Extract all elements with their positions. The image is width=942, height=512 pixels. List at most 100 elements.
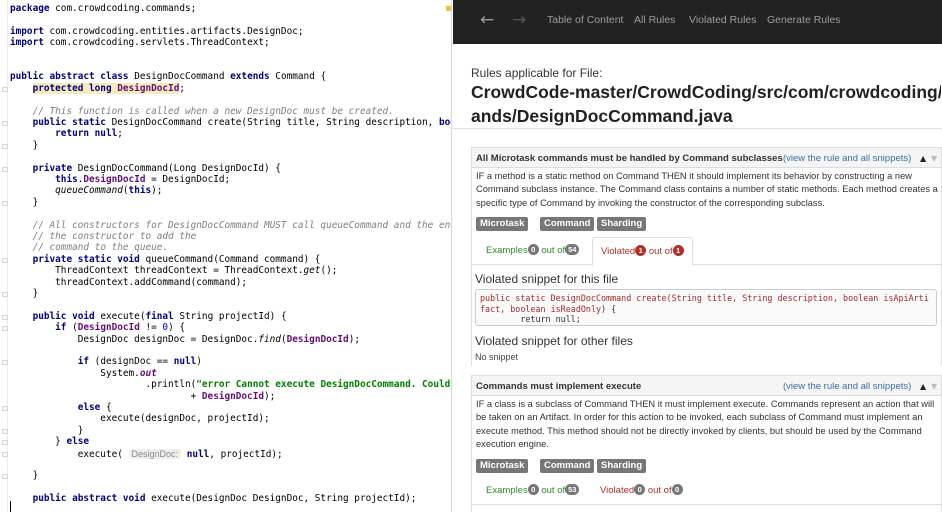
code-token: ) xyxy=(196,356,202,368)
code-line[interactable]: public abstract class DesignDocCommand e… xyxy=(10,71,326,83)
code-line[interactable]: return null; xyxy=(10,128,123,140)
expand-up-icon[interactable]: ▲ xyxy=(920,382,926,391)
code-line[interactable]: public static DesignDocCommand create(St… xyxy=(10,117,451,129)
tag-microtask[interactable]: Microtask xyxy=(476,459,529,473)
tab-violated[interactable]: Violated 0 out of 0 xyxy=(600,477,683,505)
code-line[interactable]: import com.crowdcoding.servlets.ThreadCo… xyxy=(10,37,270,49)
code-line[interactable]: // All constructors for DesignDocCommand… xyxy=(10,220,451,232)
code-token: ); xyxy=(264,390,276,402)
rule-card: Commands must implement execute (view th… xyxy=(471,375,942,512)
code-line[interactable]: // the constructor to add the xyxy=(10,231,197,243)
code-token: com.crowdcoding.servlets.ThreadContext; xyxy=(49,37,270,49)
code-line[interactable]: package com.crowdcoding.commands; xyxy=(10,3,196,15)
code-token: != xyxy=(139,322,163,334)
code-line[interactable]: // command to the queue. xyxy=(10,242,168,254)
code-line[interactable]: public void execute(final String project… xyxy=(10,311,287,323)
code-token: .println( xyxy=(10,379,197,391)
code-line[interactable]: private static void queueCommand(Command… xyxy=(10,254,321,266)
code-line[interactable]: } else xyxy=(10,436,89,448)
code-line[interactable]: import com.crowdcoding.entities.artifact… xyxy=(10,26,304,38)
code-editor[interactable]: package com.crowdcoding.commands; import … xyxy=(0,0,452,512)
tag-microtask[interactable]: Microtask xyxy=(476,217,529,231)
fold-marker-icon[interactable] xyxy=(2,474,8,480)
code-line[interactable]: execute(designDoc, projectId); xyxy=(10,413,269,425)
fold-marker-icon[interactable] xyxy=(2,451,8,457)
fold-marker-icon[interactable] xyxy=(2,166,8,172)
view-rule-link[interactable]: (view the rule and all snippets) xyxy=(783,381,911,392)
code-line[interactable]: // This function is called when a new De… xyxy=(10,106,394,118)
code-line[interactable]: + DesignDocId); xyxy=(10,390,276,403)
code-line[interactable]: if (DesignDocId != 0) { xyxy=(10,322,185,334)
code-line[interactable]: else { xyxy=(10,402,112,414)
tab-label: Violated xyxy=(601,246,636,257)
tab-examples[interactable]: Examples 0 out of 54 xyxy=(486,237,580,265)
tag-sharding[interactable]: Sharding xyxy=(597,459,647,473)
rule-description: IF a class is a subclass of Command THEN… xyxy=(476,399,935,449)
snippet-line: fact, boolean isReadOnly) { xyxy=(480,303,617,314)
rule-tabs: Examples 0 out of 53 Violated 0 out of 0 xyxy=(472,477,941,505)
code-line[interactable]: private DesignDocCommand(Long DesignDocI… xyxy=(10,163,281,175)
code-line[interactable]: protected long DesignDocId; xyxy=(10,82,185,95)
code-line[interactable]: this.DesignDocId = DesignDocId; xyxy=(10,174,230,186)
collapse-down-icon[interactable]: ▼ xyxy=(931,382,937,391)
tab-label: out of xyxy=(647,485,672,496)
code-line[interactable]: } xyxy=(10,425,84,437)
code-token: if xyxy=(55,322,73,334)
fold-marker-icon[interactable] xyxy=(2,326,8,332)
code-line[interactable]: if (designDoc == null) xyxy=(10,356,202,368)
code-line[interactable]: } xyxy=(10,470,39,482)
tab-examples[interactable]: Examples 0 out of 53 xyxy=(486,477,580,505)
code-line[interactable]: threadContext.addCommand(command); xyxy=(10,277,247,289)
count-badge: 0 xyxy=(527,244,539,255)
fold-marker-icon[interactable] xyxy=(2,440,8,446)
fold-marker-icon[interactable] xyxy=(2,200,8,206)
divider xyxy=(453,128,942,129)
code-line[interactable]: execute( DesignDoc: null, projectId); xyxy=(10,448,283,461)
code-line[interactable]: DesignDoc designDoc = DesignDoc.find(Des… xyxy=(10,334,360,346)
code-line[interactable]: .println("error Cannot execute DesignDoc… xyxy=(10,379,451,391)
fold-marker-icon[interactable] xyxy=(2,360,8,366)
tag-command[interactable]: Command xyxy=(540,459,595,473)
back-arrow-icon[interactable]: ← xyxy=(480,11,494,29)
collapse-down-icon[interactable]: ▼ xyxy=(931,154,937,163)
code-line[interactable]: public abstract void execute(DesignDoc D… xyxy=(10,493,417,505)
fold-marker-icon[interactable] xyxy=(2,428,8,434)
tab-violated[interactable]: Violated 1 out of 1 xyxy=(592,237,693,266)
code-line[interactable]: queueCommand(this); xyxy=(10,185,162,197)
code-token: private xyxy=(32,162,78,174)
warning-marker[interactable] xyxy=(446,6,451,11)
tag-command[interactable]: Command xyxy=(540,217,595,231)
code-token: else xyxy=(66,436,90,448)
nav-generate-rules[interactable]: Generate Rules xyxy=(767,14,841,26)
fold-marker-icon[interactable] xyxy=(2,121,8,126)
rule-card: All Microtask commands must be handled b… xyxy=(471,147,942,366)
fold-marker-icon[interactable] xyxy=(2,292,8,297)
fold-marker-icon[interactable] xyxy=(2,257,8,263)
fold-marker-icon[interactable] xyxy=(2,143,8,149)
code-token: DesignDoc designDoc = DesignDoc. xyxy=(10,333,259,345)
expand-up-icon[interactable]: ▲ xyxy=(920,154,926,163)
code-snippet[interactable]: public static DesignDocCommand create(St… xyxy=(475,289,937,326)
rule-title: All Microtask commands must be handled b… xyxy=(476,153,783,164)
text-caret xyxy=(10,501,11,512)
code-token: // This function is called when a new De… xyxy=(10,105,394,117)
tag-sharding[interactable]: Sharding xyxy=(597,217,647,231)
code-line[interactable]: ThreadContext threadContext = ThreadCont… xyxy=(10,265,337,277)
nav-table-of-content[interactable]: Table of Content xyxy=(547,14,623,26)
fold-marker-icon[interactable] xyxy=(2,86,8,92)
fold-marker-icon[interactable] xyxy=(2,314,8,320)
code-token: { xyxy=(105,402,112,413)
view-rule-link[interactable]: (view the rule and all snippets) xyxy=(783,153,911,164)
code-line[interactable]: } xyxy=(10,140,39,152)
code-line[interactable]: System.out xyxy=(10,368,156,380)
code-line[interactable]: } xyxy=(10,288,39,300)
fold-marker-icon[interactable] xyxy=(2,406,8,411)
nav-all-rules[interactable]: All Rules xyxy=(634,14,675,26)
code-line[interactable]: } xyxy=(10,197,39,209)
nav-violated-rules[interactable]: Violated Rules xyxy=(689,14,757,26)
forward-arrow-icon[interactable]: → xyxy=(512,11,526,29)
